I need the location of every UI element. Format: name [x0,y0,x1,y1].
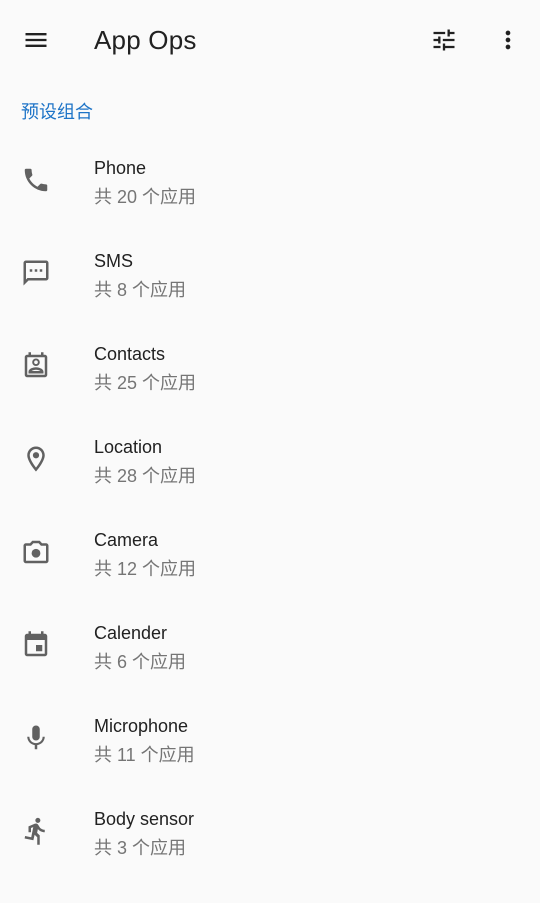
body-sensor-icon [20,815,52,847]
item-subtitle: 共 11 个应用 [94,745,195,765]
item-title: Body sensor [94,809,195,829]
item-subtitle: 共 25 个应用 [94,373,197,393]
list-item-sms[interactable]: SMS 共 8 个应用 [0,227,540,320]
item-subtitle: 共 28 个应用 [94,466,197,486]
calendar-icon [20,629,52,661]
tune-icon [430,26,458,54]
list-item-location[interactable]: Location 共 28 个应用 [0,413,540,506]
item-subtitle: 共 3 个应用 [94,838,187,858]
menu-icon [22,26,50,54]
top-app-bar: App Ops [0,0,540,80]
item-title: Phone [94,158,147,178]
item-subtitle: 共 12 个应用 [94,559,197,579]
list-item-calendar[interactable]: Calender 共 6 个应用 [0,599,540,692]
list-item-body-sensor[interactable]: Body sensor 共 3 个应用 [0,785,540,878]
item-subtitle: 共 8 个应用 [94,280,187,300]
camera-icon [20,536,52,568]
page-title: App Ops [94,25,197,55]
location-icon [20,443,52,475]
list-item-contacts[interactable]: Contacts 共 25 个应用 [0,320,540,413]
filter-settings-button[interactable] [420,16,468,64]
item-subtitle: 共 6 个应用 [94,652,187,672]
section-header: 预设组合 [21,102,93,122]
item-title: Calender [94,623,168,643]
list-item-phone[interactable]: Phone 共 20 个应用 [0,134,540,227]
more-vert-icon [494,26,522,54]
app-ops-screen: App Ops 预设组合 Phone 共 20 个应用 SMS 共 8 个应用 … [0,0,540,903]
list-item-microphone[interactable]: Microphone 共 11 个应用 [0,692,540,785]
menu-button[interactable] [12,16,60,64]
item-title: Contacts [94,344,166,364]
item-title: Location [94,437,163,457]
sms-icon [20,257,52,289]
item-subtitle: 共 20 个应用 [94,187,197,207]
item-title: Microphone [94,716,189,736]
item-title: SMS [94,251,134,271]
list-item-camera[interactable]: Camera 共 12 个应用 [0,506,540,599]
contacts-icon [20,350,52,382]
more-options-button[interactable] [484,16,532,64]
item-title: Camera [94,530,159,550]
preset-list: Phone 共 20 个应用 SMS 共 8 个应用 Contacts 共 25… [0,134,540,878]
phone-icon [20,164,52,196]
microphone-icon [20,722,52,754]
